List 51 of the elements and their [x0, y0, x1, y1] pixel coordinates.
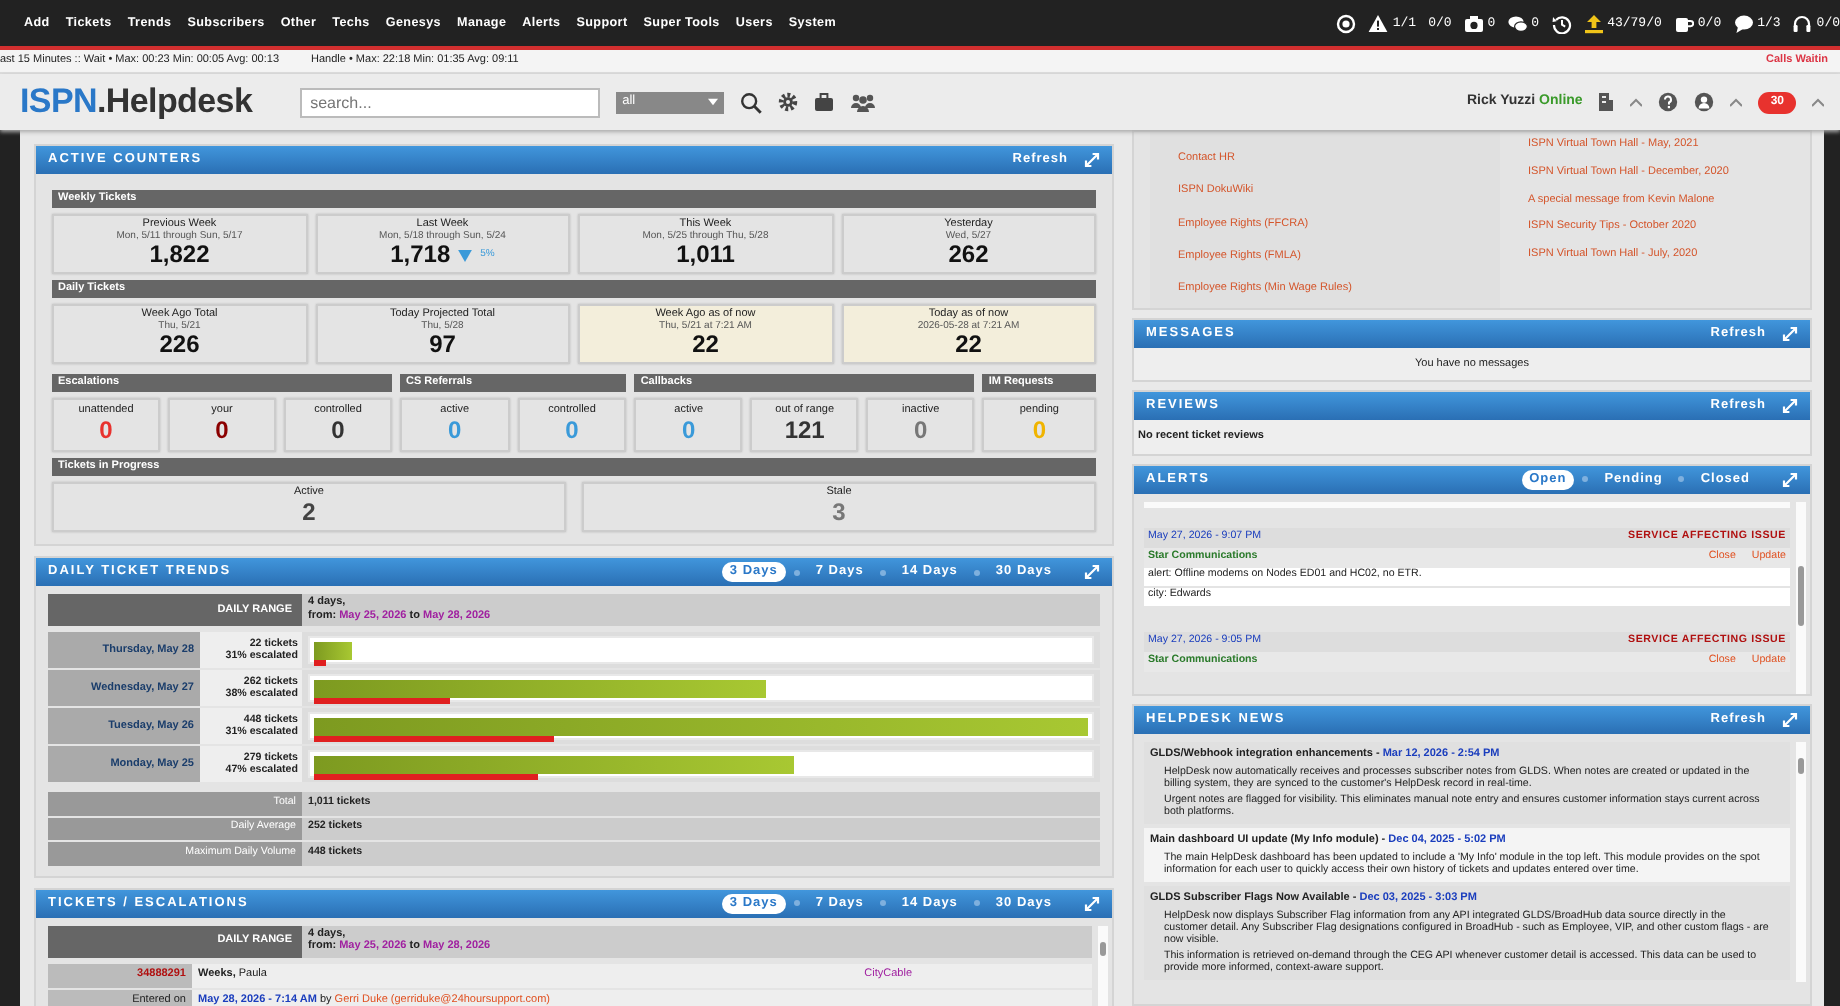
- target-icon[interactable]: [1336, 13, 1357, 33]
- comment-icon[interactable]: [1733, 13, 1754, 33]
- stat-value: 97: [429, 332, 456, 358]
- search-field[interactable]: search...: [300, 87, 601, 117]
- caret-icon[interactable]: [1630, 97, 1643, 107]
- caret-icon[interactable]: [1812, 97, 1824, 107]
- upload-icon[interactable]: [1583, 13, 1604, 33]
- user-icon[interactable]: [1694, 92, 1715, 112]
- warning-icon[interactable]: [1368, 13, 1389, 33]
- scrollbar[interactable]: [1796, 501, 1806, 693]
- stat-value: 1,718: [390, 242, 451, 268]
- counter-value: 0: [447, 418, 462, 444]
- stat-value: 226: [159, 332, 200, 358]
- expand-icon[interactable]: [1782, 398, 1798, 415]
- expand-icon[interactable]: [1084, 152, 1100, 168]
- counter-value: 121: [784, 418, 825, 444]
- search-icon[interactable]: [740, 91, 763, 113]
- caret-icon: [708, 98, 719, 106]
- expand-icon[interactable]: [1782, 471, 1798, 487]
- logo[interactable]: ISPN.Helpdesk: [20, 76, 253, 128]
- expand-icon[interactable]: [1782, 326, 1798, 342]
- counter-value: 0: [565, 418, 579, 444]
- help-icon[interactable]: [1658, 92, 1679, 112]
- counter-value: 0: [681, 418, 696, 444]
- stat-value: 22: [955, 332, 982, 358]
- caret-icon[interactable]: [1730, 97, 1743, 107]
- scrollbar[interactable]: [1098, 925, 1108, 1005]
- settings-icon[interactable]: [778, 92, 799, 112]
- counter-value: 0: [913, 418, 928, 444]
- stat-value: 1,011: [676, 242, 735, 268]
- camera-icon[interactable]: [1463, 13, 1484, 33]
- expand-icon[interactable]: [1084, 895, 1100, 911]
- users-icon[interactable]: [850, 92, 877, 112]
- counter-value: 0: [99, 418, 113, 444]
- stat-value: 262: [948, 242, 989, 268]
- counter-value: 0: [331, 418, 345, 444]
- expand-icon[interactable]: [1782, 711, 1798, 727]
- stat-value: 1,822: [149, 242, 210, 268]
- briefcase-icon[interactable]: [814, 92, 835, 112]
- counter-value: 3: [832, 500, 846, 526]
- counter-value: 0: [215, 418, 229, 444]
- counter-value: 0: [1032, 418, 1046, 444]
- building-icon[interactable]: [1598, 92, 1615, 112]
- stat-value: 22: [692, 332, 719, 358]
- headset-icon[interactable]: [1792, 13, 1813, 33]
- counter-value: 2: [302, 500, 316, 526]
- expand-icon[interactable]: [1084, 564, 1100, 580]
- chat-icon[interactable]: [1507, 13, 1528, 33]
- history-icon[interactable]: [1551, 13, 1572, 33]
- scrollbar[interactable]: [1796, 741, 1806, 981]
- mug-icon[interactable]: [1673, 13, 1694, 33]
